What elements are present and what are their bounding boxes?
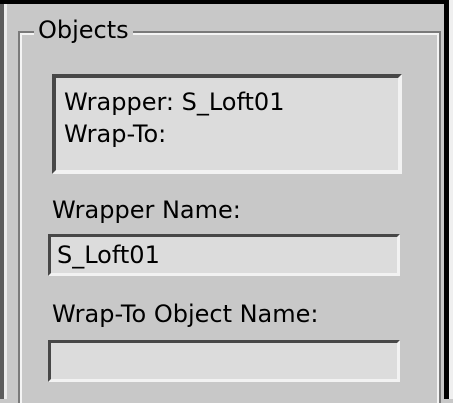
objects-rollout-panel: Objects Wrapper: S_Loft01 Wrap-To: Wrapp… xyxy=(0,0,453,403)
panel-right-highlight xyxy=(449,0,453,399)
wrap-info-display: Wrapper: S_Loft01 Wrap-To: xyxy=(52,74,402,174)
objects-groupbox-title: Objects xyxy=(34,15,133,45)
panel-left-highlight xyxy=(4,0,7,399)
wrapper-info-text: Wrapper: S_Loft01 xyxy=(64,88,285,116)
wrapper-name-label: Wrapper Name: xyxy=(52,196,241,224)
wrapper-name-field[interactable] xyxy=(48,234,400,276)
wrapto-object-name-field[interactable] xyxy=(48,340,400,382)
wrapto-object-name-label: Wrap-To Object Name: xyxy=(52,300,319,328)
wrapto-info-text: Wrap-To: xyxy=(64,120,167,148)
panel-top-edge xyxy=(0,0,445,4)
